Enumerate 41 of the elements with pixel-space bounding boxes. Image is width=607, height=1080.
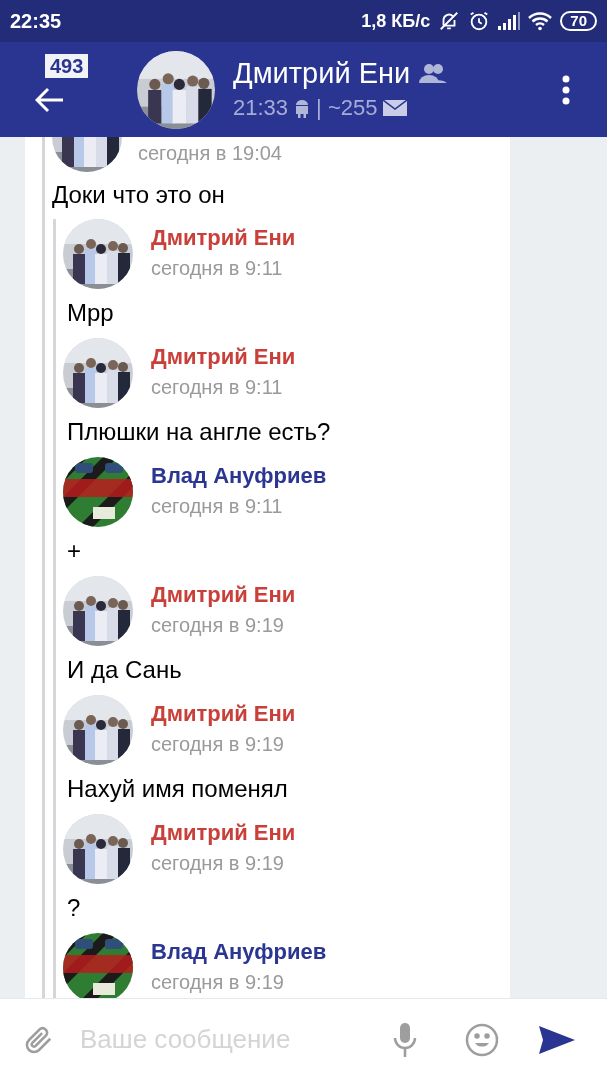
- unread-badge: 493: [45, 54, 89, 78]
- message-text: Нахуй имя поменял: [67, 774, 289, 804]
- message-time: сегодня в 9:11: [151, 494, 284, 519]
- people-icon: [418, 63, 449, 83]
- author-name[interactable]: Влад Ануфриев: [151, 462, 327, 490]
- author-name[interactable]: Дмитрий Ени: [151, 819, 296, 847]
- emoji-button[interactable]: [464, 1021, 500, 1058]
- message-text: И да Сань: [67, 655, 183, 685]
- message-text: Мрр: [67, 298, 115, 328]
- message-counter: | ~255: [316, 94, 378, 122]
- message-time: сегодня в 9:19: [151, 970, 285, 995]
- message-time: сегодня в 9:19: [151, 613, 285, 638]
- clock: 22:35: [10, 9, 62, 34]
- message-text: +: [67, 536, 82, 566]
- message-time: сегодня в 9:19: [151, 732, 285, 757]
- smiley-icon: [465, 1022, 499, 1057]
- message-text: ?: [67, 893, 82, 923]
- author-name[interactable]: Дмитрий Ени: [151, 343, 296, 371]
- message-time: сегодня в 9:11: [151, 256, 284, 281]
- back-arrow-icon: [35, 86, 65, 113]
- more-icon: [562, 74, 570, 105]
- message-text: Плюшки на англе есть?: [67, 417, 332, 447]
- message-time: сегодня в 9:19: [151, 851, 285, 876]
- message-time: сегодня в 19:04: [138, 141, 282, 166]
- send-icon: [539, 1025, 575, 1054]
- signal-icon: [498, 12, 521, 30]
- author-name[interactable]: Влад Ануфриев: [151, 938, 327, 966]
- microphone-icon: [392, 1022, 418, 1057]
- envelope-icon: [383, 99, 408, 116]
- network-speed: 1,8 КБ/с: [361, 9, 431, 33]
- muted-bell-icon: [438, 10, 461, 32]
- android-icon: [294, 97, 311, 118]
- author-name[interactable]: Дмитрий Ени: [151, 581, 296, 609]
- wifi-icon: [528, 11, 553, 31]
- message-time: сегодня в 9:11: [151, 375, 284, 400]
- author-name[interactable]: Дмитрий Ени: [151, 700, 296, 728]
- message-text: Доки что это он: [52, 180, 226, 210]
- chat-title: Дмитрий Ени: [233, 56, 411, 91]
- author-name[interactable]: Дмитрий Ени: [151, 224, 296, 252]
- battery-indicator: 70: [560, 11, 597, 31]
- last-seen: 21:33: [233, 94, 289, 122]
